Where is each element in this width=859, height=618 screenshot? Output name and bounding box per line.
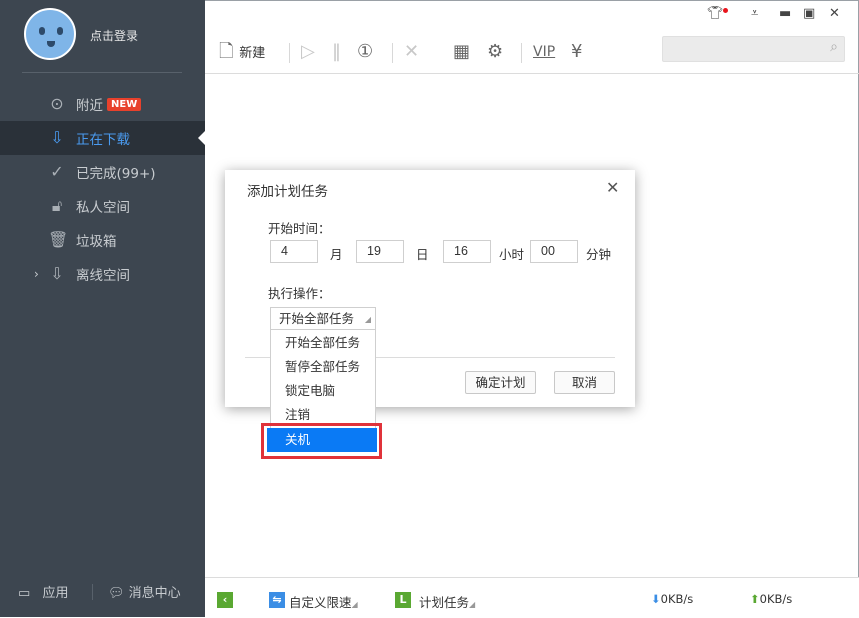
hour-unit: 小时 (499, 244, 524, 263)
divider (22, 72, 182, 73)
sidebar-item-label: 离线空间 (76, 264, 130, 284)
sidebar-item-label: 垃圾箱 (76, 230, 117, 250)
apps-button[interactable]: ▭ 应用 (18, 582, 68, 601)
new-task-button[interactable]: 🗋︎ 新建 (219, 39, 265, 65)
dropdown-arrow-icon: ◢ (469, 600, 475, 609)
sidebar-item-label: 正在下载 (76, 128, 130, 148)
money-bag-icon[interactable]: ¥ (571, 39, 582, 65)
qr-code-icon[interactable]: ▦ (453, 39, 470, 65)
speed-limit-icon: ⇋ (269, 592, 285, 608)
message-icon: 💬︎ (108, 586, 125, 601)
message-center-label: 消息中心 (129, 586, 181, 601)
confirm-button[interactable]: 确定计划 (465, 371, 536, 394)
action-label: 执行操作： (268, 283, 331, 302)
sidebar-item-private-space[interactable]: 🔓︎ 私人空间 (0, 189, 205, 223)
day-unit: 日 (416, 244, 429, 263)
month-input[interactable]: 4 (270, 240, 318, 263)
apps-icon: ▭ (18, 586, 30, 601)
speed-limit-label: 自定义限速 (289, 595, 352, 610)
sidebar-item-label: 私人空间 (76, 196, 130, 216)
close-icon[interactable]: ✕ (829, 6, 840, 21)
apps-label: 应用 (42, 586, 68, 601)
divider (205, 73, 859, 74)
sidebar-item-label: 附近 (76, 94, 103, 114)
lock-icon: 🔓︎ (48, 197, 66, 215)
annotation-highlight-box (261, 423, 382, 459)
action-select-value: 开始全部任务 (279, 311, 354, 326)
cancel-button[interactable]: 取消 (554, 371, 615, 394)
pause-icon[interactable]: ‖ (332, 39, 341, 65)
hour-input[interactable]: 16 (443, 240, 491, 263)
sidebar: 点击登录 ⊙ 附近 NEW ⇩ 正在下载 ✓ 已完成(99+) 🔓︎ 私人空间 🗑︎ 垃圾箱… (0, 0, 205, 617)
divider (392, 43, 393, 63)
speedup-icon[interactable]: ⚙ (487, 39, 503, 65)
avatar-mouth (47, 41, 55, 47)
single-task-icon[interactable]: ① (357, 39, 373, 65)
minute-unit: 分钟 (586, 244, 611, 263)
upload-arrow-icon: ⬆ (750, 592, 760, 606)
download-speed-value: 0KB/s (661, 592, 694, 606)
maximize-icon[interactable]: ▣ (803, 6, 815, 21)
option-lock-computer[interactable]: 锁定电脑 (271, 379, 377, 403)
sidebar-item-offline-space[interactable]: › ⇩ 离线空间 (0, 257, 205, 291)
day-input[interactable]: 19 (356, 240, 404, 263)
login-link[interactable]: 点击登录 (90, 27, 138, 44)
schedule-label: 计划任务 (419, 595, 469, 610)
start-time-label: 开始时间： (268, 218, 331, 237)
dialog-title: 添加计划任务 (247, 180, 328, 200)
dropdown-arrow-icon: ◢ (365, 309, 371, 330)
location-icon: ⊙ (48, 95, 66, 113)
search-input[interactable]: ⌕ (662, 36, 845, 62)
sidebar-item-completed[interactable]: ✓ 已完成(99+) (0, 155, 205, 189)
schedule-dropdown[interactable]: 计划任务◢ (419, 592, 475, 611)
action-select[interactable]: 开始全部任务 ◢ (270, 307, 376, 330)
close-icon[interactable]: ✕ (606, 178, 619, 197)
collapse-sidebar-button[interactable]: ‹ (217, 592, 233, 608)
new-badge: NEW (107, 98, 141, 111)
new-label: 新建 (239, 46, 265, 61)
menu-icon[interactable]: ⩡ (751, 6, 758, 21)
sidebar-item-trash[interactable]: 🗑︎ 垃圾箱 (0, 223, 205, 257)
search-icon[interactable]: ⌕ (830, 39, 838, 55)
sidebar-item-label: 已完成(99+) (76, 162, 156, 182)
divider (289, 43, 290, 63)
offline-download-icon: ⇩ (48, 265, 66, 283)
notification-dot (723, 8, 728, 13)
download-icon: ⇩ (48, 129, 66, 147)
avatar-eye (57, 27, 63, 35)
chevron-right-icon[interactable]: › (34, 267, 39, 281)
sidebar-item-nearby[interactable]: ⊙ 附近 NEW (0, 87, 205, 121)
speed-limit-dropdown[interactable]: 自定义限速◢ (289, 592, 358, 611)
divider (521, 43, 522, 63)
minute-input[interactable]: 00 (530, 240, 578, 263)
avatar-eye (39, 27, 45, 35)
minimize-icon[interactable]: ▬ (779, 6, 791, 21)
new-file-icon: 🗋︎ (219, 41, 233, 62)
download-speed: ⬇0KB/s (651, 592, 693, 606)
check-circle-icon: ✓ (48, 163, 66, 181)
start-icon[interactable]: ▷ (301, 39, 315, 65)
avatar[interactable] (24, 8, 76, 60)
upload-speed-value: 0KB/s (760, 592, 793, 606)
dropdown-arrow-icon: ◢ (352, 600, 358, 609)
upload-speed: ⬆0KB/s (750, 592, 792, 606)
active-indicator (198, 131, 205, 145)
delete-icon[interactable]: ✕ (404, 39, 419, 65)
month-unit: 月 (330, 244, 343, 263)
option-pause-all[interactable]: 暂停全部任务 (271, 355, 377, 379)
option-start-all[interactable]: 开始全部任务 (271, 331, 377, 355)
message-center-button[interactable]: 💬︎ 消息中心 (108, 582, 181, 601)
trash-icon: 🗑︎ (48, 231, 66, 249)
sidebar-item-downloading[interactable]: ⇩ 正在下载 (0, 121, 205, 155)
vip-button[interactable]: VIP (533, 39, 555, 65)
download-arrow-icon: ⬇ (651, 592, 661, 606)
skin-icon[interactable]: 👕︎ (707, 6, 724, 21)
status-bar: ‹ ⇋ 自定义限速◢ L 计划任务◢ ⬇0KB/s ⬆0KB/s (205, 577, 859, 618)
divider (92, 584, 93, 600)
schedule-icon: L (395, 592, 411, 608)
